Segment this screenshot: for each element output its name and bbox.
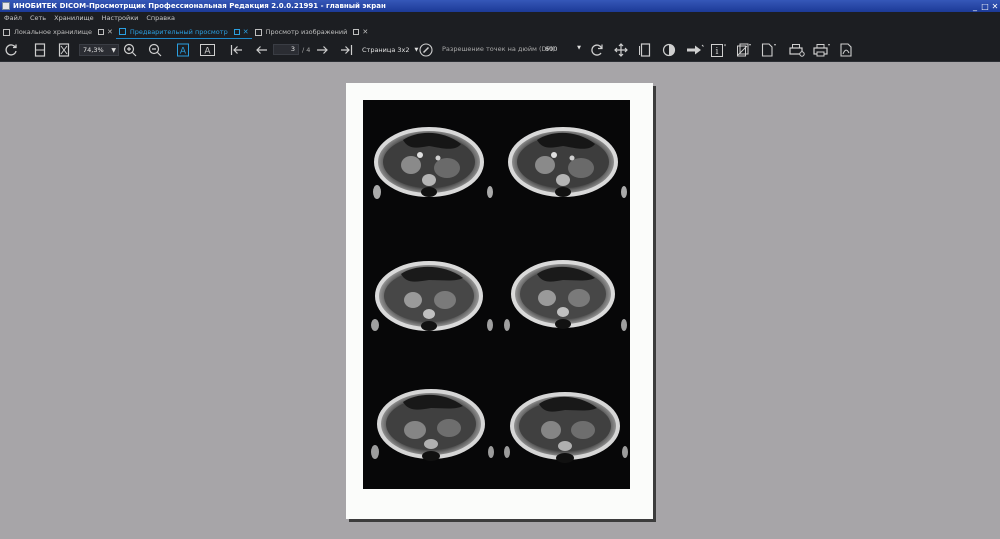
dpi-select[interactable]: 600 ▼ (545, 45, 581, 53)
zoom-value: 74,3% (83, 46, 104, 54)
close-tab-icon[interactable]: ✕ (243, 28, 249, 36)
fit-height-icon[interactable] (32, 42, 48, 58)
last-page-icon[interactable] (338, 42, 354, 58)
zoom-in-icon[interactable] (122, 42, 138, 58)
export-pdf-icon[interactable] (838, 42, 854, 58)
tab-local-storage[interactable]: Локальное хранилище ✕ (0, 25, 116, 39)
menu-storage[interactable]: Хранилище (54, 14, 94, 22)
new-page-icon[interactable] (760, 42, 778, 58)
maximize-tab-icon[interactable] (353, 29, 360, 35)
database-icon (3, 28, 10, 36)
maximize-tab-icon[interactable] (233, 28, 240, 35)
zoom-out-icon[interactable] (147, 42, 163, 58)
minimize-button[interactable]: _ (970, 2, 980, 11)
next-page-icon[interactable] (314, 42, 330, 58)
page-number-input[interactable]: 3 (273, 44, 299, 55)
close-window-button[interactable]: ✕ (990, 2, 1000, 11)
print-icon[interactable] (812, 42, 832, 58)
window-title: ИНОБИТЕК DICOM-Просмотрщик Профессиональ… (13, 2, 386, 10)
maximize-tab-icon[interactable] (97, 29, 104, 35)
print-settings-icon[interactable] (788, 42, 806, 58)
preview-canvas[interactable] (0, 62, 1000, 539)
image-viewer-icon (254, 28, 262, 36)
window-titlebar: ИНОБИТЕК DICOM-Просмотрщик Профессиональ… (0, 0, 1000, 12)
chevron-down-icon: ▼ (577, 45, 581, 51)
annotation-toggle-icon[interactable]: A (176, 42, 190, 58)
fit-page-icon[interactable] (56, 42, 72, 58)
arrow-right-icon[interactable] (685, 42, 705, 58)
print-page (346, 83, 653, 519)
dpi-label: Разрешение точек на дюйм (DPI) (442, 45, 555, 53)
svg-text:A: A (180, 47, 187, 57)
previous-page-icon[interactable] (253, 42, 269, 58)
page-total: / 4 (302, 46, 311, 54)
tab-label: Предварительный просмотр (129, 27, 228, 36)
text-overlay-icon[interactable]: A (199, 42, 215, 58)
film-sheet (363, 100, 630, 489)
refresh-icon[interactable] (3, 42, 19, 58)
mri-slice-image[interactable] (363, 230, 496, 359)
pan-icon[interactable] (613, 42, 629, 58)
svg-text:i: i (716, 47, 719, 57)
close-tab-icon[interactable]: ✕ (362, 28, 368, 36)
close-tab-icon[interactable]: ✕ (107, 28, 113, 36)
svg-text:A: A (204, 47, 211, 57)
menu-network[interactable]: Сеть (30, 14, 46, 22)
dpi-value: 600 (545, 45, 558, 53)
menu-settings[interactable]: Настройки (102, 14, 139, 22)
edit-pencil-icon[interactable] (418, 42, 434, 58)
chevron-down-icon: ▼ (111, 46, 116, 54)
mri-slice-image[interactable] (363, 360, 496, 489)
zoom-combobox[interactable]: 74,3% ▼ (79, 44, 119, 56)
tab-label: Локальное хранилище (14, 28, 92, 36)
window-controls: _ □ ✕ (970, 2, 1000, 11)
preview-icon (118, 28, 126, 35)
mri-slice-image[interactable] (497, 360, 630, 489)
mri-slice-image[interactable] (497, 100, 630, 229)
page-layout-value: Страница 3x2 (362, 46, 410, 54)
page-layout-select[interactable]: Страница 3x2 ▼ (362, 45, 418, 55)
menu-help[interactable]: Справка (146, 14, 175, 22)
rotate-icon[interactable] (589, 42, 605, 58)
mri-slice-image[interactable] (363, 100, 496, 229)
info-icon[interactable]: i (710, 42, 728, 58)
copy-page-icon[interactable] (735, 42, 753, 58)
preview-toolbar: 74,3% ▼ A A 3 / 4 Страница 3x2 ▼ Разреше… (0, 39, 1000, 62)
invert-contrast-icon[interactable] (661, 42, 677, 58)
maximize-button[interactable]: □ (980, 2, 990, 11)
menu-file[interactable]: Файл (4, 14, 22, 22)
app-icon (2, 2, 10, 10)
tab-bar: Локальное хранилище ✕ Предварительный пр… (0, 24, 1000, 39)
first-page-icon[interactable] (228, 42, 244, 58)
tab-label: Просмотр изображений (265, 28, 348, 36)
tab-image-viewer[interactable]: Просмотр изображений ✕ (252, 25, 372, 39)
tab-print-preview[interactable]: Предварительный просмотр ✕ (115, 25, 252, 39)
menu-bar: Файл Сеть Хранилище Настройки Справка (0, 12, 1000, 24)
page-size-icon[interactable] (637, 42, 653, 58)
mri-slice-image[interactable] (497, 230, 630, 359)
